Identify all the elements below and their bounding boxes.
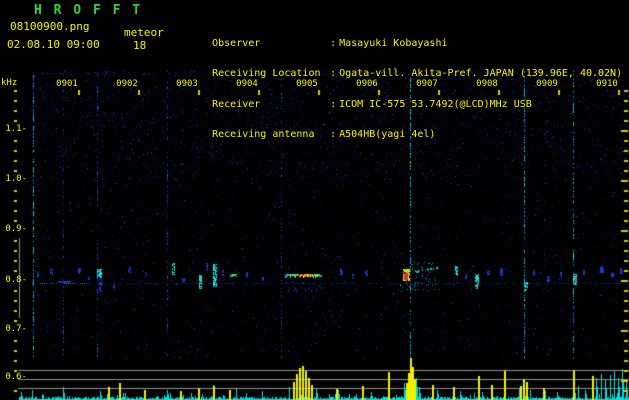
meteor-count: 18 [133, 39, 147, 52]
info-value: A504HB(yagi 4el) [339, 129, 436, 140]
time-tick-label: 0909 [536, 79, 558, 89]
time-tick-label: 0901 [56, 79, 78, 89]
info-row-location: Receiving Location: Ogata-vill. Akita-Pre… [176, 59, 622, 79]
time-tick-label: 0902 [116, 79, 138, 89]
time-tick-label: 0908 [476, 79, 498, 89]
info-label: Observer [212, 37, 261, 49]
freq-tick-label: 0.9- [5, 224, 27, 234]
freq-tick-label: 1.0- [5, 174, 27, 184]
info-label: Receiving Location [212, 68, 321, 79]
time-tick-label: 0907 [416, 79, 438, 89]
freq-tick-label: 0.8- [5, 275, 27, 285]
info-row-observer: Observer: Masayuki Kobayashi [176, 28, 622, 49]
freq-axis-unit: kHz [1, 78, 18, 88]
info-colon: : [330, 129, 337, 140]
info-value: ICOM IC-575 53.7492(@LCD)MHz USB [339, 98, 532, 110]
output-filename: 08100900.png [10, 20, 90, 33]
info-value: Masayuki Kobayashi [339, 37, 448, 49]
time-tick-label: 0903 [176, 79, 198, 89]
time-tick-label: 0906 [356, 79, 378, 89]
info-value: Ogata-vill. Akita-Pref. JAPAN (139.96E, … [339, 68, 623, 79]
app-title: H R O F F T [34, 3, 143, 18]
observation-datetime: 02.08.10 09:00 [7, 38, 100, 51]
freq-tick-label: 1.1- [5, 124, 27, 134]
freq-tick-label: 0.6- [5, 372, 27, 382]
info-label: Receiving antenna [212, 129, 315, 140]
info-colon: : [330, 98, 337, 110]
time-tick-label: 0905 [296, 79, 318, 89]
hrofft-screen: H R O F F T 08100900.png meteor 02.08.10… [0, 0, 629, 400]
info-row-antenna: Receiving antenna: A504HB(yagi 4el) [176, 120, 622, 140]
time-tick-label: 0904 [236, 79, 258, 89]
info-colon: : [330, 68, 337, 79]
info-label: Receiver [212, 98, 261, 110]
time-tick-label: 0910 [596, 79, 618, 89]
freq-tick-label: 0.7- [5, 324, 27, 334]
mode-label: meteor [124, 26, 164, 39]
info-row-receiver: Receiver: ICOM IC-575 53.7492(@LCD)MHz US… [176, 89, 622, 110]
info-colon: : [330, 37, 337, 49]
